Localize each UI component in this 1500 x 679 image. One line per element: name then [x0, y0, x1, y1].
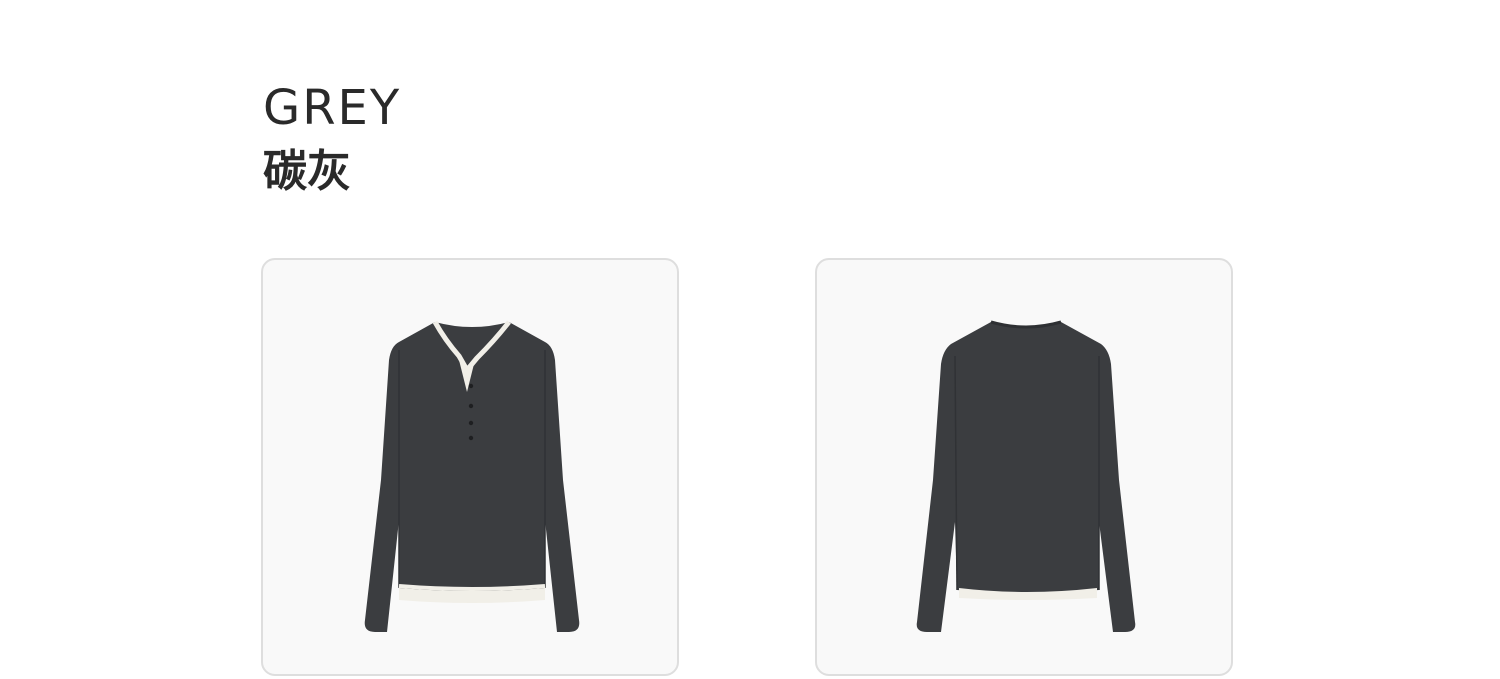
product-image-card-back[interactable]	[815, 258, 1233, 676]
color-name-zh: 碳灰	[263, 146, 351, 197]
color-heading: GREY 碳灰	[263, 78, 401, 200]
product-image-card-front[interactable]	[261, 258, 679, 676]
sweater-back-image	[916, 320, 1136, 632]
sweater-front-image	[364, 320, 580, 632]
color-name-en: GREY	[263, 80, 402, 136]
